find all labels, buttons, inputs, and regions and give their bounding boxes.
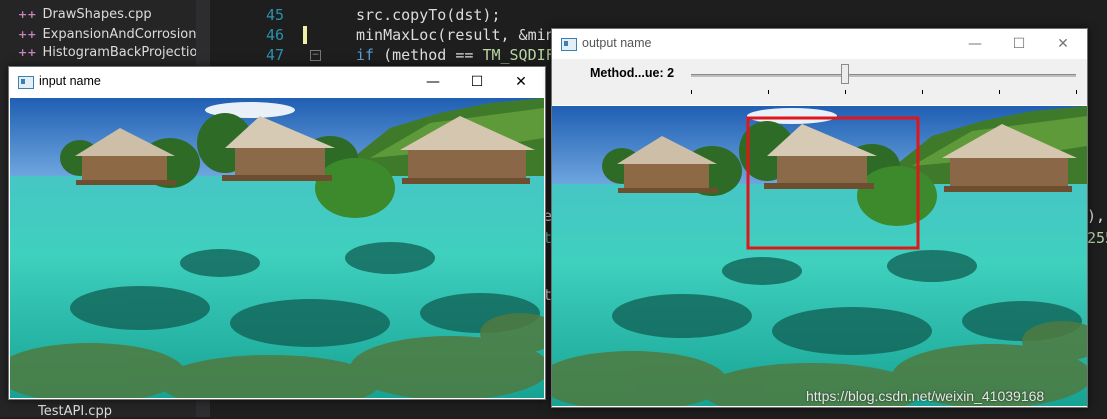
slider-tick	[691, 90, 692, 94]
file-item[interactable]: ++ DrawShapes.cpp	[18, 5, 196, 25]
slider-tick	[1076, 90, 1077, 94]
output-window: output name — ☐ ✕ Method...ue: 2	[551, 28, 1088, 408]
keyword: if	[356, 46, 375, 64]
input-window: input name — ☐ ✕	[8, 66, 546, 400]
close-button[interactable]: ✕	[499, 67, 543, 97]
method-slider-track[interactable]	[691, 74, 1076, 77]
input-image	[10, 98, 544, 398]
window-title: input name	[39, 74, 101, 88]
enum-constant: TM_SQDIF	[482, 46, 555, 64]
window-title: output name	[582, 36, 652, 50]
file-name: HistogramBackProjection.c	[42, 45, 196, 60]
file-item[interactable]: ++ HistogramBackProjection.c	[18, 43, 196, 63]
line-number: 47	[265, 46, 284, 64]
trackbar-label: Method...ue: 2	[590, 66, 675, 80]
cpp-file-icon: ++	[18, 28, 37, 41]
output-image	[552, 106, 1087, 406]
window-titlebar[interactable]: input name — ☐ ✕	[9, 67, 545, 97]
cpp-file-icon: ++	[18, 8, 37, 21]
watermark: https://blog.csdn.net/weixin_41039168	[806, 388, 1045, 404]
minimize-button[interactable]: —	[953, 29, 997, 59]
line-number: 45	[265, 6, 284, 24]
file-name: ExpansionAndCorrosion.cpp	[42, 27, 196, 42]
code-fragment: ),	[1087, 207, 1106, 225]
window-app-icon	[561, 38, 577, 51]
slider-tick	[999, 90, 1000, 94]
close-button[interactable]: ✕	[1041, 29, 1085, 59]
window-titlebar[interactable]: output name — ☐ ✕	[552, 29, 1087, 59]
method-slider-thumb[interactable]	[841, 64, 849, 84]
code-text: (method ==	[374, 46, 483, 64]
cpp-file-icon: ++	[18, 46, 37, 59]
file-item[interactable]: ++ ExpansionAndCorrosion.cpp	[18, 25, 196, 45]
code-line: if (method == TM_SQDIF	[356, 46, 555, 64]
code-line: src.copyTo(dst);	[356, 6, 501, 24]
fold-toggle-icon[interactable]: −	[310, 50, 321, 61]
change-indicator	[303, 26, 307, 44]
code-line: minMaxLoc(result, &min	[356, 26, 555, 44]
maximize-button[interactable]: ☐	[455, 67, 499, 97]
line-number: 46	[265, 26, 284, 44]
trackbar-row: Method...ue: 2	[552, 59, 1087, 105]
slider-tick	[845, 90, 846, 94]
window-app-icon	[18, 76, 34, 89]
file-item[interactable]: TestAPI.cpp	[0, 398, 196, 419]
slider-tick	[768, 90, 769, 94]
file-name: DrawShapes.cpp	[42, 7, 152, 22]
slider-tick	[922, 90, 923, 94]
minimize-button[interactable]: —	[411, 67, 455, 97]
code-fragment: 255	[1087, 229, 1107, 247]
maximize-button[interactable]: ☐	[997, 29, 1041, 59]
